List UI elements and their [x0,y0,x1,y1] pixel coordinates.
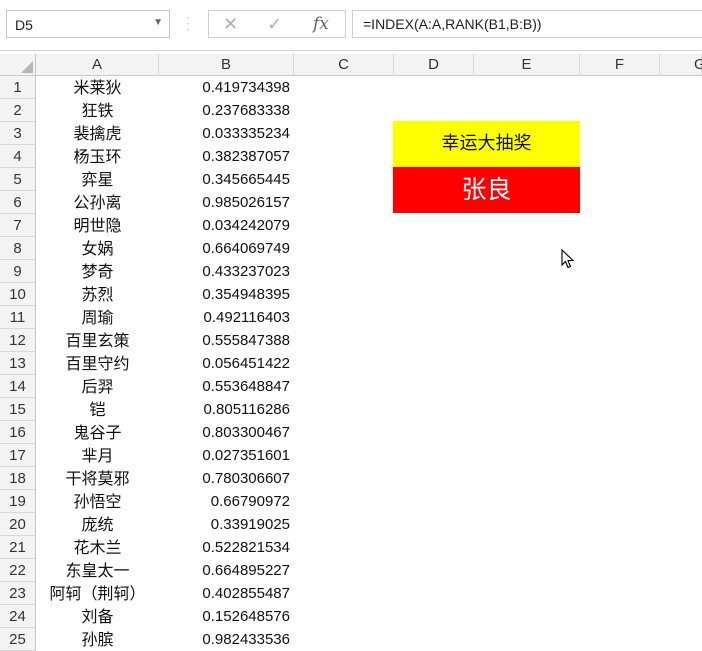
column-header-e[interactable]: E [474,54,580,76]
name-cell[interactable]: 百里守约 [36,352,159,375]
select-all-corner[interactable] [0,54,36,76]
row-header[interactable]: 15 [0,398,36,421]
name-cell[interactable]: 干将莫邪 [36,467,159,490]
chevron-down-icon[interactable]: ▼ [153,17,163,28]
name-cell[interactable]: 芈月 [36,444,159,467]
name-cell[interactable]: 公孙离 [36,191,159,214]
random-value-cell[interactable]: 0.664069749 [159,237,290,260]
random-value-cell[interactable]: 0.780306607 [159,467,290,490]
name-cell[interactable]: 东皇太一 [36,559,159,582]
row-header[interactable]: 13 [0,352,36,375]
name-cell[interactable]: 孙悟空 [36,490,159,513]
random-value-cell[interactable]: 0.985026157 [159,191,290,214]
formula-bar: D5 ▼ · · · ✕ ✓ fx =INDEX(A:A,RANK(B1,B:B)) [0,0,702,51]
fx-icon[interactable]: fx [313,14,329,34]
row-header[interactable]: 17 [0,444,36,467]
row-header[interactable]: 24 [0,605,36,628]
column-header-f[interactable]: F [580,54,660,76]
row-header[interactable]: 16 [0,421,36,444]
random-value-cell[interactable]: 0.033335234 [159,122,290,145]
row-header[interactable]: 11 [0,306,36,329]
random-value-cell[interactable]: 0.433237023 [159,260,290,283]
random-value-cell[interactable]: 0.803300467 [159,421,290,444]
row-header[interactable]: 19 [0,490,36,513]
row-header[interactable]: 6 [0,191,36,214]
name-cell[interactable]: 苏烈 [36,283,159,306]
row-header[interactable]: 14 [0,375,36,398]
random-value-cell[interactable]: 0.33919025 [159,513,290,536]
random-value-cell[interactable]: 0.66790972 [159,490,290,513]
name-cell[interactable]: 阿轲（荆轲） [36,582,159,605]
random-value-cell[interactable]: 0.555847388 [159,329,290,352]
random-value-cell[interactable]: 0.492116403 [159,306,290,329]
row-header[interactable]: 3 [0,122,36,145]
row-header[interactable]: 9 [0,260,36,283]
row-header[interactable]: 1 [0,76,36,99]
random-value-cell[interactable]: 0.982433536 [159,628,290,651]
name-cell[interactable]: 杨玉环 [36,145,159,168]
random-value-cell[interactable]: 0.805116286 [159,398,290,421]
random-value-cell[interactable]: 0.152648576 [159,605,290,628]
name-cell[interactable]: 弈星 [36,168,159,191]
row-header[interactable]: 18 [0,467,36,490]
column-header-a[interactable]: A [36,54,159,76]
random-value-cell[interactable]: 0.553648847 [159,375,290,398]
random-value-cell[interactable]: 0.664895227 [159,559,290,582]
column-header-d[interactable]: D [394,54,474,76]
name-cell[interactable]: 明世隐 [36,214,159,237]
name-box-value: D5 [15,17,33,33]
random-value-cell[interactable]: 0.345665445 [159,168,290,191]
name-cell[interactable]: 米莱狄 [36,76,159,99]
random-value-cell[interactable]: 0.522821534 [159,536,290,559]
mouse-pointer-icon [561,249,575,269]
name-cell[interactable]: 鬼谷子 [36,421,159,444]
name-cell[interactable]: 裴擒虎 [36,122,159,145]
name-cell[interactable]: 刘备 [36,605,159,628]
formula-input[interactable]: =INDEX(A:A,RANK(B1,B:B)) [352,10,702,38]
row-header[interactable]: 5 [0,168,36,191]
random-value-cell[interactable]: 0.382387057 [159,145,290,168]
check-icon[interactable]: ✓ [267,14,282,35]
random-value-cell[interactable]: 0.034242079 [159,214,290,237]
random-value-cell[interactable]: 0.354948395 [159,283,290,306]
column-header-g[interactable]: G [660,54,702,76]
row-header[interactable]: 22 [0,559,36,582]
random-value-cell[interactable]: 0.027351601 [159,444,290,467]
row-header[interactable]: 2 [0,99,36,122]
row-header[interactable]: 21 [0,536,36,559]
winner-cell[interactable]: 张良 [393,167,580,213]
row-header[interactable]: 12 [0,329,36,352]
name-cell[interactable]: 铠 [36,398,159,421]
formula-text: =INDEX(A:A,RANK(B1,B:B)) [363,16,542,32]
row-header[interactable]: 4 [0,145,36,168]
name-cell[interactable]: 狂铁 [36,99,159,122]
row-header[interactable]: 10 [0,283,36,306]
name-cell[interactable]: 孙膑 [36,628,159,651]
random-value-cell[interactable]: 0.419734398 [159,76,290,99]
row-header[interactable]: 25 [0,628,36,651]
name-cell[interactable]: 梦奇 [36,260,159,283]
row-header[interactable]: 7 [0,214,36,237]
name-cell[interactable]: 花木兰 [36,536,159,559]
column-header-b[interactable]: B [159,54,294,76]
name-box[interactable]: D5 ▼ [6,10,170,38]
column-header-c[interactable]: C [294,54,394,76]
row-header[interactable]: 8 [0,237,36,260]
name-cell[interactable]: 后羿 [36,375,159,398]
name-cell[interactable]: 女娲 [36,237,159,260]
row-header[interactable]: 23 [0,582,36,605]
row-header[interactable]: 20 [0,513,36,536]
drag-handle-icon[interactable]: · · · [186,11,190,35]
formula-buttons: ✕ ✓ fx [208,10,346,38]
random-value-cell[interactable]: 0.056451422 [159,352,290,375]
name-cell[interactable]: 周瑜 [36,306,159,329]
random-value-cell[interactable]: 0.402855487 [159,582,290,605]
x-icon[interactable]: ✕ [223,14,238,35]
name-cell[interactable]: 庞统 [36,513,159,536]
lottery-title-cell[interactable]: 幸运大抽奖 [393,121,580,167]
name-cell[interactable]: 百里玄策 [36,329,159,352]
random-value-cell[interactable]: 0.237683338 [159,99,290,122]
